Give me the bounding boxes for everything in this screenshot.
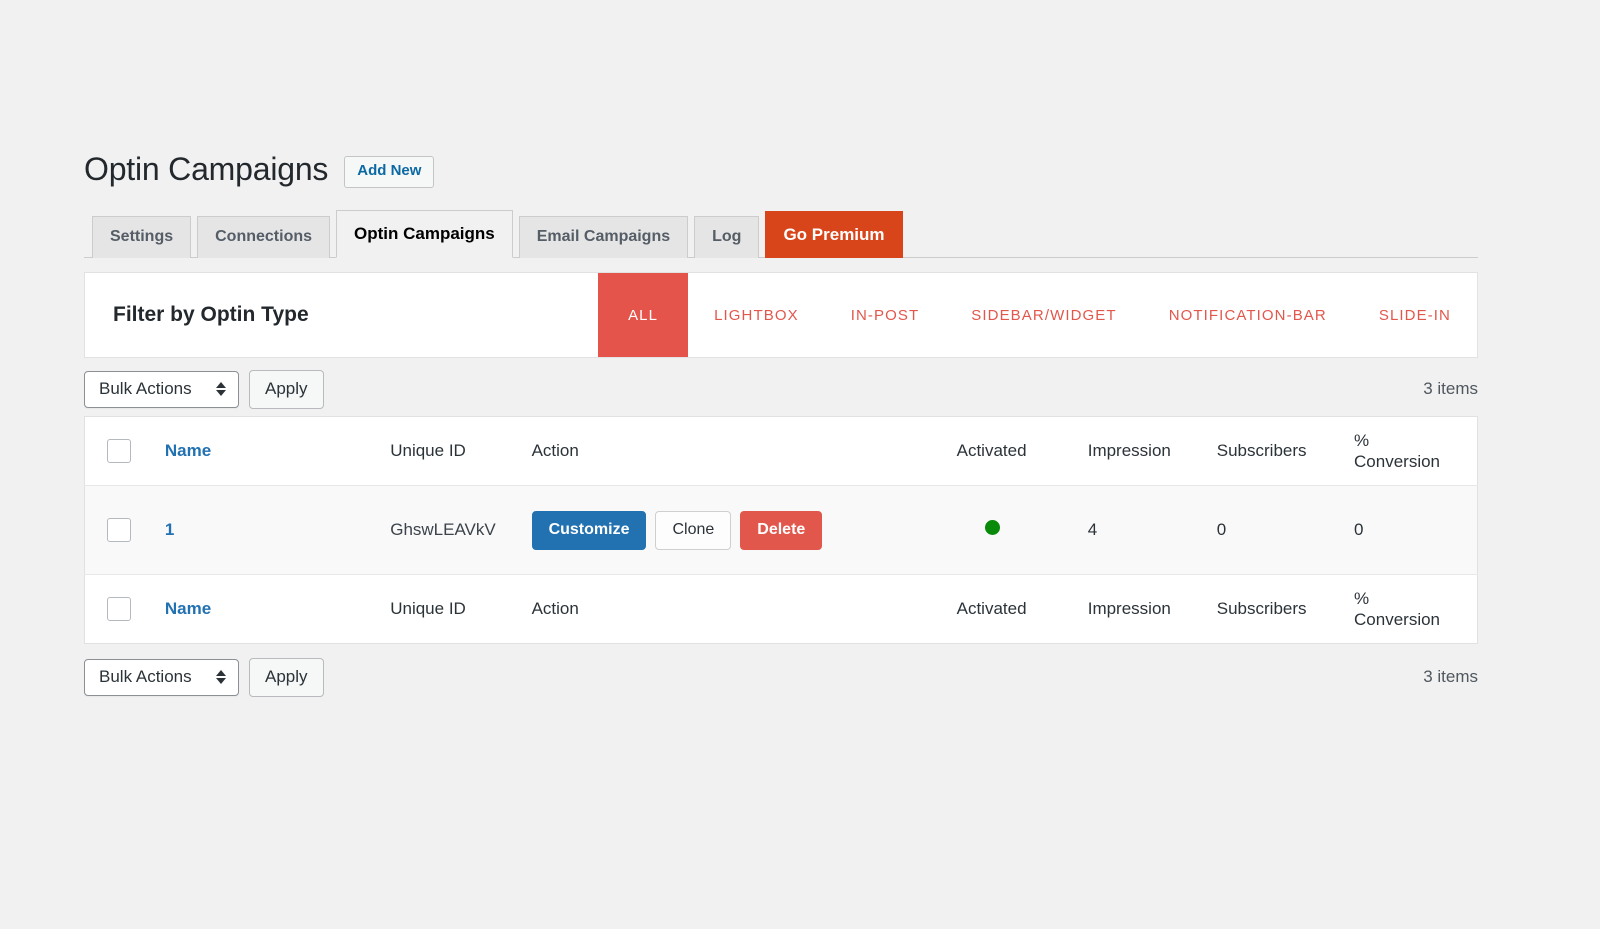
footer-activated: Activated	[956, 574, 1088, 644]
header-subscribers: Subscribers	[1216, 416, 1355, 486]
tab-email-campaigns[interactable]: Email Campaigns	[518, 216, 689, 259]
admin-page: Optin Campaigns Add New Settings Connect…	[0, 0, 1600, 929]
header-action: Action	[531, 416, 957, 486]
row-unique-id-cell: GhswLEAVkV	[390, 485, 532, 576]
tab-log[interactable]: Log	[694, 216, 760, 259]
table-foot: Name Unique ID Action Activated Impressi…	[84, 574, 1478, 644]
footer-conversion: % Conversion	[1354, 574, 1478, 644]
tab-go-premium[interactable]: Go Premium	[765, 210, 903, 259]
footer-action: Action	[531, 574, 957, 644]
select-all-checkbox-top[interactable]	[107, 439, 131, 464]
footer-conversion-symbol: %	[1354, 589, 1370, 609]
header-conversion: % Conversion	[1354, 416, 1478, 486]
tab-settings[interactable]: Settings	[92, 216, 192, 259]
header-impression: Impression	[1087, 416, 1217, 486]
items-count-top: 3 items	[1423, 379, 1478, 399]
row-action-buttons: Customize Clone Delete	[531, 510, 957, 551]
bulk-actions-bar-bottom: Bulk Actions Apply 3 items	[84, 650, 1478, 704]
footer-name: Name	[164, 574, 391, 644]
filter-panel: Filter by Optin Type ALL LIGHTBOX IN-POS…	[84, 272, 1478, 359]
filter-option-slide-in[interactable]: SLIDE-IN	[1353, 273, 1477, 357]
customize-button[interactable]: Customize	[531, 510, 647, 551]
table-row: 1 GhswLEAVkV Customize Clone Delete 4 0 …	[84, 485, 1478, 576]
footer-conversion-word: Conversion	[1354, 610, 1441, 630]
header-unique-id: Unique ID	[390, 416, 532, 486]
row-impression: 4	[1087, 520, 1098, 540]
clone-button[interactable]: Clone	[655, 510, 732, 551]
bulk-actions-select-bottom[interactable]: Bulk Actions	[84, 658, 239, 697]
row-name-cell: 1	[164, 485, 391, 576]
select-all-header	[84, 416, 165, 486]
filter-option-notification-bar[interactable]: NOTIFICATION-BAR	[1143, 273, 1353, 357]
row-unique-id: GhswLEAVkV	[390, 520, 496, 540]
add-new-button[interactable]: Add New	[344, 156, 435, 188]
table-body: 1 GhswLEAVkV Customize Clone Delete 4 0 …	[84, 485, 1478, 576]
bulk-actions-select-wrapper-bottom: Bulk Actions	[84, 658, 239, 697]
apply-button-top[interactable]: Apply	[249, 369, 324, 410]
content-wrapper: Optin Campaigns Add New Settings Connect…	[84, 150, 1478, 704]
row-name-link[interactable]: 1	[165, 520, 174, 539]
tab-connections[interactable]: Connections	[197, 216, 331, 259]
filter-options: ALL LIGHTBOX IN-POST SIDEBAR/WIDGET NOTI…	[598, 273, 1477, 358]
filter-option-sidebar-widget[interactable]: SIDEBAR/WIDGET	[945, 273, 1142, 357]
campaigns-table: Name Unique ID Action Activated Impressi…	[84, 416, 1478, 645]
footer-subscribers: Subscribers	[1216, 574, 1355, 644]
filter-option-lightbox[interactable]: LIGHTBOX	[688, 273, 825, 357]
tab-bar: Settings Connections Optin Campaigns Ema…	[84, 209, 1478, 259]
filter-option-all[interactable]: ALL	[598, 273, 689, 358]
row-conversion: 0	[1354, 520, 1364, 540]
row-impression-cell: 4	[1087, 485, 1217, 576]
header-activated: Activated	[956, 416, 1088, 486]
footer-impression: Impression	[1087, 574, 1217, 644]
row-subscribers: 0	[1216, 520, 1227, 540]
row-action-cell: Customize Clone Delete	[531, 485, 957, 576]
page-title: Optin Campaigns	[84, 151, 329, 187]
row-subscribers-cell: 0	[1216, 485, 1355, 576]
header-name-link-bottom[interactable]: Name	[165, 599, 211, 618]
items-count-bottom: 3 items	[1423, 667, 1478, 687]
apply-button-bottom[interactable]: Apply	[249, 657, 324, 698]
footer-unique-id: Unique ID	[390, 574, 532, 644]
table-footer-row: Name Unique ID Action Activated Impressi…	[84, 574, 1478, 644]
bulk-actions-select-top[interactable]: Bulk Actions	[84, 370, 239, 409]
tab-optin-campaigns[interactable]: Optin Campaigns	[336, 209, 513, 259]
filter-panel-label: Filter by Optin Type	[113, 303, 309, 327]
table-header-row: Name Unique ID Action Activated Impressi…	[84, 416, 1478, 486]
row-select-cell	[84, 485, 165, 576]
row-checkbox[interactable]	[107, 518, 131, 543]
delete-button[interactable]: Delete	[740, 510, 823, 551]
row-activated-cell	[956, 485, 1088, 576]
header-name: Name	[164, 416, 391, 486]
select-all-footer	[84, 574, 165, 644]
bulk-actions-select-wrapper-top: Bulk Actions	[84, 370, 239, 409]
select-all-checkbox-bottom[interactable]	[107, 597, 131, 622]
header-name-link-top[interactable]: Name	[165, 441, 211, 460]
row-conversion-cell: 0	[1354, 485, 1478, 576]
table-head: Name Unique ID Action Activated Impressi…	[84, 416, 1478, 486]
status-active-icon	[984, 520, 1000, 536]
bulk-actions-bar-top: Bulk Actions Apply 3 items	[84, 362, 1478, 416]
filter-option-in-post[interactable]: IN-POST	[825, 273, 946, 357]
header-conversion-word: Conversion	[1354, 452, 1441, 472]
header-conversion-symbol: %	[1354, 431, 1370, 451]
page-header: Optin Campaigns Add New	[84, 150, 1478, 188]
